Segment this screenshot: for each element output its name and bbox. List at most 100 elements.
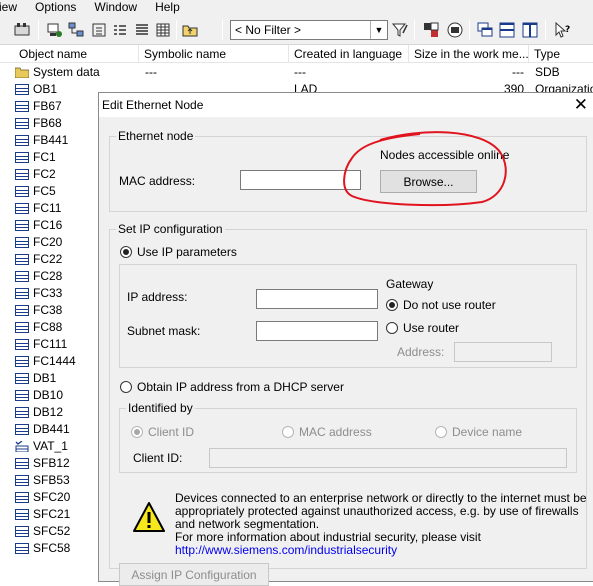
block-icon bbox=[15, 271, 29, 282]
object-name: SFB12 bbox=[33, 456, 70, 470]
mac-address-option: MAC address bbox=[299, 425, 372, 439]
object-name: DB1 bbox=[33, 371, 57, 385]
column-type[interactable]: Type bbox=[530, 45, 593, 63]
object-name: OB1 bbox=[33, 82, 58, 96]
block-icon bbox=[15, 101, 29, 112]
large-icons-icon[interactable] bbox=[90, 21, 108, 39]
block-icon bbox=[15, 543, 29, 554]
ip-config-group-label: Set IP configuration bbox=[116, 222, 225, 236]
chevron-down-icon[interactable]: ▼ bbox=[370, 21, 387, 39]
block-icon bbox=[15, 509, 29, 520]
accessible-nodes-icon[interactable] bbox=[13, 21, 31, 39]
industrial-security-link[interactable]: http://www.siemens.com/industrialsecurit… bbox=[175, 544, 397, 557]
block-icon bbox=[15, 152, 29, 163]
small-icons-icon[interactable] bbox=[111, 21, 129, 39]
tile-horizontal-icon[interactable] bbox=[498, 21, 516, 39]
object-name: FC1444 bbox=[33, 354, 76, 368]
router-address-input[interactable] bbox=[454, 342, 552, 362]
browse-button[interactable]: Browse... bbox=[380, 170, 477, 193]
security-notice-line: For more information about industrial se… bbox=[175, 530, 481, 544]
menu-help[interactable]: Help bbox=[155, 0, 180, 15]
mac-address-label: MAC address: bbox=[119, 174, 196, 188]
subnet-mask-input[interactable] bbox=[256, 321, 378, 341]
mac-address-input[interactable] bbox=[240, 170, 361, 190]
column-object-name[interactable]: Object name bbox=[15, 45, 139, 63]
security-notice-line: appropriately protected against unauthor… bbox=[175, 504, 579, 518]
object-name: DB10 bbox=[33, 388, 64, 402]
use-router-label: Use router bbox=[403, 321, 460, 335]
type: SDB bbox=[535, 65, 560, 79]
column-size[interactable]: Size in the work me... bbox=[410, 45, 529, 63]
vat-icon bbox=[15, 441, 29, 452]
details-icon[interactable] bbox=[154, 21, 172, 39]
block-icon bbox=[15, 118, 29, 129]
close-icon[interactable]: ✕ bbox=[574, 95, 588, 115]
toolbar-separator bbox=[222, 20, 223, 40]
dialog-title: Edit Ethernet Node bbox=[102, 98, 204, 112]
block-icon bbox=[15, 526, 29, 537]
block-icon bbox=[15, 339, 29, 350]
module-info-icon[interactable] bbox=[446, 21, 464, 39]
online-icon[interactable] bbox=[45, 21, 63, 39]
menu-view[interactable]: iew bbox=[0, 0, 17, 15]
ip-address-input[interactable] bbox=[256, 289, 378, 309]
tile-vertical-icon[interactable] bbox=[521, 21, 539, 39]
dhcp-radio[interactable] bbox=[120, 381, 132, 393]
device-name-radio[interactable] bbox=[435, 426, 447, 438]
no-router-radio[interactable] bbox=[386, 299, 398, 311]
block-icon bbox=[15, 305, 29, 316]
use-ip-params-radio[interactable] bbox=[120, 246, 132, 258]
toolbar-separator bbox=[176, 20, 177, 40]
ethernet-node-group-label: Ethernet node bbox=[116, 129, 196, 143]
block-icon bbox=[15, 492, 29, 503]
block-icon bbox=[15, 407, 29, 418]
nodes-accessible-label: Nodes accessible online bbox=[380, 148, 510, 162]
block-icon bbox=[15, 169, 29, 180]
object-name: FC2 bbox=[33, 167, 56, 181]
security-notice-line: Devices connected to an enterprise netwo… bbox=[175, 491, 587, 505]
network-icon[interactable] bbox=[67, 21, 85, 39]
filter-select[interactable]: < No Filter > ▼ bbox=[230, 20, 388, 40]
object-name: SFC21 bbox=[33, 507, 71, 521]
block-icon bbox=[15, 475, 29, 486]
gateway-label: Gateway bbox=[386, 277, 434, 291]
object-name: FC88 bbox=[33, 320, 63, 334]
object-name: VAT_1 bbox=[33, 439, 68, 453]
object-name: FB441 bbox=[33, 133, 69, 147]
security-notice-line: and network segmentation. bbox=[175, 517, 320, 531]
column-created-language[interactable]: Created in language bbox=[290, 45, 409, 63]
block-icon bbox=[15, 322, 29, 333]
filter-icon[interactable] bbox=[391, 21, 409, 39]
client-id-input[interactable] bbox=[209, 448, 567, 468]
object-name: FC5 bbox=[33, 184, 56, 198]
menu-options[interactable]: Options bbox=[35, 0, 76, 15]
block-icon bbox=[15, 458, 29, 469]
list-item[interactable]: System data --- --- --- SDB bbox=[0, 64, 593, 81]
up-one-level-icon[interactable] bbox=[181, 21, 199, 39]
object-name: SFC58 bbox=[33, 541, 71, 555]
column-symbolic-name[interactable]: Symbolic name bbox=[140, 45, 289, 63]
list-icon[interactable] bbox=[133, 21, 151, 39]
toolbar-separator bbox=[545, 20, 546, 40]
mac-address-radio[interactable] bbox=[282, 426, 294, 438]
folder-icon bbox=[15, 67, 29, 78]
block-icon bbox=[15, 390, 29, 401]
block-icon bbox=[15, 288, 29, 299]
edit-ethernet-node-dialog: Edit Ethernet Node ✕ Ethernet node Nodes… bbox=[98, 92, 593, 586]
object-name: FC16 bbox=[33, 218, 63, 232]
simulation-icon[interactable] bbox=[422, 21, 440, 39]
help-icon[interactable]: ? bbox=[553, 21, 571, 39]
object-name: DB12 bbox=[33, 405, 64, 419]
dhcp-label: Obtain IP address from a DHCP server bbox=[137, 380, 344, 394]
client-id-radio[interactable] bbox=[131, 426, 143, 438]
menu-window[interactable]: Window bbox=[94, 0, 137, 15]
object-name: FB68 bbox=[33, 116, 62, 130]
block-icon bbox=[15, 254, 29, 265]
use-router-radio[interactable] bbox=[386, 322, 398, 334]
cascade-icon[interactable] bbox=[476, 21, 494, 39]
block-icon bbox=[15, 135, 29, 146]
block-icon bbox=[15, 356, 29, 367]
toolbar-separator bbox=[414, 20, 415, 40]
subnet-mask-label: Subnet mask: bbox=[127, 324, 201, 338]
assign-ip-configuration-button[interactable]: Assign IP Configuration bbox=[119, 563, 269, 586]
